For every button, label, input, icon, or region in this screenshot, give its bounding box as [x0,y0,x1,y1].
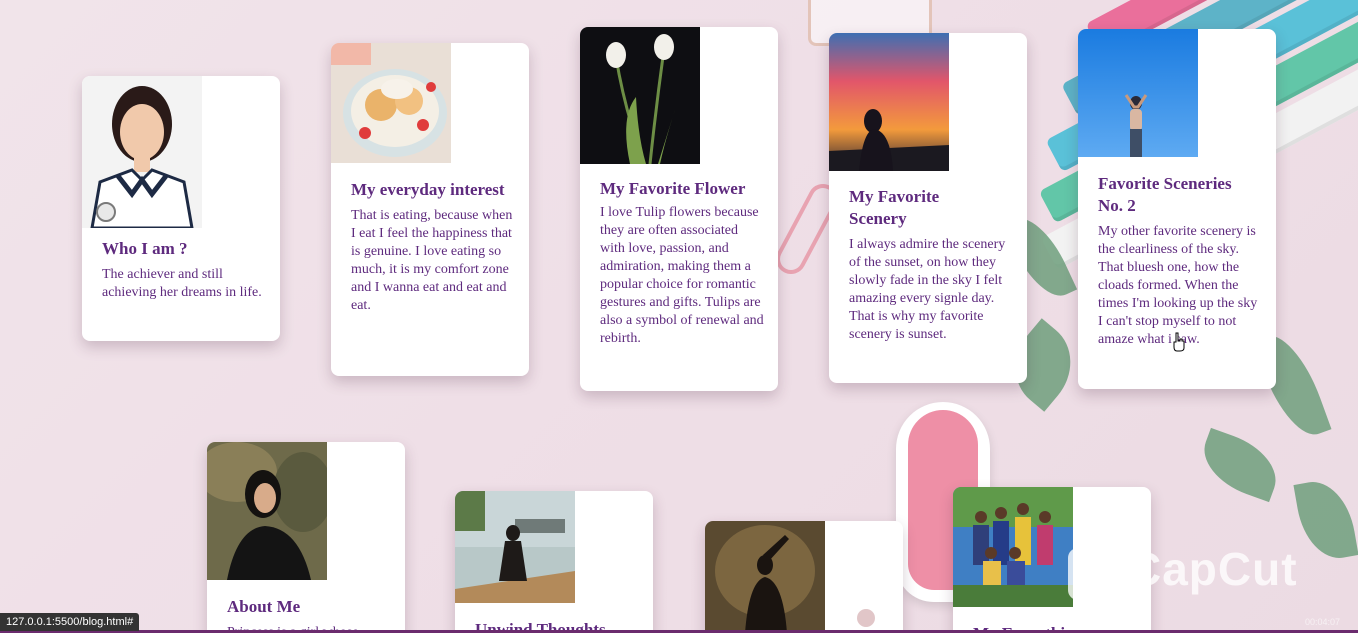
video-timestamp: 00:04:07 [1304,617,1340,627]
family-photo [953,487,1073,607]
portrait-photo [82,76,202,228]
blog-card-favorite-scenery[interactable]: My Favorite Scenery I always admire the … [829,33,1027,383]
card-title: My everyday interest [351,180,505,199]
food-photo [331,43,451,163]
capcut-watermark: CapCut [1128,543,1298,595]
card-text: The achiever and still achieving her dre… [102,267,262,300]
about-me-photo [207,442,327,580]
leaf-decoration [1193,427,1287,503]
sky-photo [1078,29,1198,157]
dancer-photo [705,521,825,633]
card-title: My Favorite Flower [600,179,746,198]
blog-card-my-everything[interactable]: My Everything [953,487,1151,633]
blog-card-unwind-thoughts[interactable]: Unwind Thoughts [455,491,653,633]
lake-photo [455,491,575,603]
blog-card-about-me[interactable]: About Me Princess is a girl whose [207,442,405,633]
leaf-decoration [1293,476,1358,564]
card-title: Favorite Sceneries No. 2 [1098,174,1232,215]
blog-card-favorite-flower[interactable]: My Favorite Flower I love Tulip flowers … [580,27,778,391]
card-text: I always admire the scenery of the sunse… [849,237,1006,342]
status-bar-url: 127.0.0.1:5500/blog.html# [0,613,140,631]
card-title: About Me [227,597,301,616]
hand-cursor-icon [1173,332,1185,352]
card-title: Who I am ? [102,239,188,258]
blog-card-who-i-am[interactable]: Who I am ? The achiever and still achiev… [82,76,280,341]
sunset-photo [829,33,949,171]
card-text: That is eating, because when I eat I fee… [351,208,513,313]
blog-card-everyday-interest[interactable]: My everyday interest That is eating, bec… [331,43,529,376]
record-indicator-icon [857,609,875,627]
card-text: I love Tulip flowers because they are of… [600,205,764,346]
card-text: My other favorite scenery is the clearli… [1098,224,1258,347]
card-title: My Favorite Scenery [849,187,940,228]
tulip-photo [580,27,700,164]
